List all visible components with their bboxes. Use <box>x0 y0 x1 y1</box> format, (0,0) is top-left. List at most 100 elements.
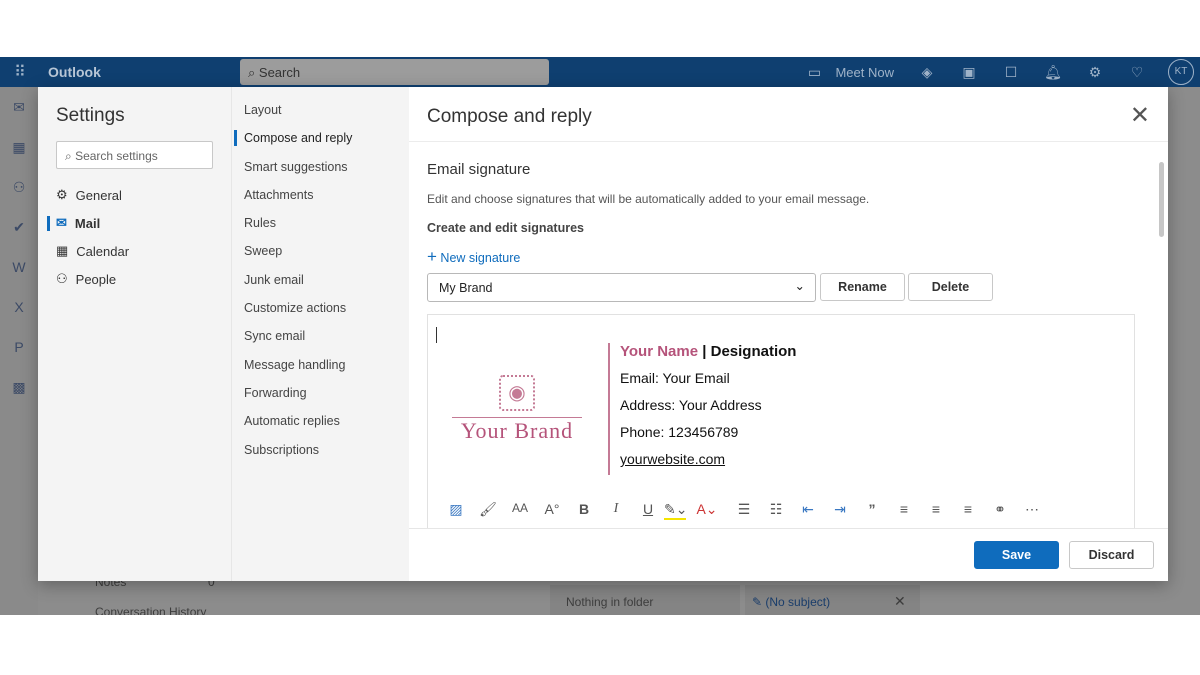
calendar-icon: ▦ <box>56 243 69 258</box>
lightbulb-icon[interactable]: ♡ <box>1116 64 1158 81</box>
underline-icon[interactable]: U <box>632 501 664 520</box>
delete-button[interactable]: Delete <box>908 273 993 301</box>
signature-select[interactable]: My Brand ⌄ <box>427 273 816 302</box>
format-toolbar: ▨ 🖌︎ AA A° B I U ✎⌄ A⌄ ☰ ☷ ⇤ ⇥ ” ≡ ≡ ≡ ⚭… <box>440 501 1048 520</box>
align-left-icon[interactable]: ≡ <box>888 501 920 520</box>
onenote-icon[interactable]: ▣ <box>948 64 990 81</box>
calendar-icon[interactable]: ▦ <box>0 127 38 167</box>
mail-section-layout[interactable]: Layout <box>244 103 397 131</box>
mail-section-automatic-replies[interactable]: Automatic replies <box>244 414 397 442</box>
close-draft-icon[interactable]: ✕ <box>894 593 906 610</box>
text-cursor <box>436 327 437 343</box>
align-right-icon[interactable]: ≡ <box>952 501 984 520</box>
signature-name: Your Name <box>620 343 699 360</box>
scrollbar[interactable] <box>1159 162 1164 237</box>
search-settings-placeholder: Search settings <box>75 149 158 163</box>
search-settings-input[interactable]: ⌕ Search settings <box>56 141 213 169</box>
search-placeholder: Search <box>258 65 301 80</box>
new-signature-button[interactable]: + New signature <box>427 247 520 267</box>
compose-reply-panel: Compose and reply ✕ Email signature Edit… <box>409 87 1168 581</box>
mail-section-sweep[interactable]: Sweep <box>244 244 397 272</box>
increase-indent-icon[interactable]: ⇥ <box>824 501 856 520</box>
numbering-icon[interactable]: ☷ <box>760 501 792 520</box>
mail-section-subscriptions[interactable]: Subscriptions <box>244 443 397 471</box>
dialog-footer: Save Discard <box>409 528 1168 581</box>
conversation-history-folder[interactable]: Conversation History <box>95 605 206 615</box>
category-label: General <box>75 187 122 203</box>
mail-section-rules[interactable]: Rules <box>244 216 397 244</box>
category-label: Calendar <box>76 243 130 259</box>
settings-title: Settings <box>56 105 125 126</box>
save-button[interactable]: Save <box>974 541 1059 569</box>
phone-value: 123456789 <box>664 424 739 440</box>
meet-now-button[interactable]: Meet Now <box>835 65 894 80</box>
link-icon[interactable]: ⚭ <box>984 501 1016 520</box>
phone-label: Phone: <box>620 424 665 440</box>
signature-designation: Designation <box>710 343 797 360</box>
app-launcher-icon[interactable]: ⠿ <box>0 62 40 82</box>
decrease-indent-icon[interactable]: ⇤ <box>792 501 824 520</box>
video-icon[interactable]: ▭ <box>793 64 835 81</box>
avatar[interactable]: KT <box>1168 59 1194 85</box>
category-people[interactable]: ⚇ People <box>56 265 213 293</box>
bullets-icon[interactable]: ☰ <box>728 501 760 520</box>
signature-details: Your Name | Designation Email: Your Emai… <box>608 343 796 475</box>
mail-section-smart-suggestions[interactable]: Smart suggestions <box>244 160 397 188</box>
address-label: Address: <box>620 397 676 413</box>
draft-tab[interactable]: ✎ (No subject) <box>752 595 830 609</box>
mail-section-compose-and-reply[interactable]: Compose and reply <box>234 130 397 159</box>
category-mail[interactable]: ✉ Mail <box>47 209 213 237</box>
chevron-down-icon: ⌄ <box>794 279 805 293</box>
close-icon[interactable]: ✕ <box>1130 101 1150 130</box>
mail-section-message-handling[interactable]: Message handling <box>244 358 397 386</box>
todo-icon[interactable]: ☐ <box>990 64 1032 81</box>
mail-icon: ✉ <box>56 215 67 230</box>
quote-icon[interactable]: ” <box>856 501 888 520</box>
mail-section-forwarding[interactable]: Forwarding <box>244 386 397 414</box>
insert-image-icon[interactable]: ▨ <box>440 501 472 520</box>
mail-icon[interactable]: ✉ <box>0 87 38 127</box>
todo-icon[interactable]: ✔ <box>0 207 38 247</box>
mail-section-sync-email[interactable]: Sync email <box>244 329 397 357</box>
rename-button[interactable]: Rename <box>820 273 905 301</box>
top-bar: ⠿ Outlook ⌕ Search ▭ Meet Now ◈ ▣ ☐ 🔔︎ ⚙… <box>0 57 1200 87</box>
separator: | <box>698 343 711 360</box>
highlight-icon[interactable]: ✎⌄ <box>664 501 687 520</box>
draft-subject: (No subject) <box>765 595 831 609</box>
excel-icon[interactable]: X <box>0 287 38 327</box>
selected-signature: My Brand <box>439 281 493 295</box>
powerpoint-icon[interactable]: P <box>0 327 38 367</box>
category-label: Mail <box>74 215 101 231</box>
more-icon[interactable]: ⋯ <box>1016 501 1048 520</box>
increase-font-icon[interactable]: A° <box>536 501 568 520</box>
panel-title: Compose and reply <box>427 106 592 127</box>
people-icon[interactable]: ⚇ <box>0 167 38 207</box>
bold-icon[interactable]: B <box>568 501 600 520</box>
app-rail: ✉ ▦ ⚇ ✔ W X P ▩ <box>0 87 38 615</box>
teams-icon[interactable]: ◈ <box>906 64 948 81</box>
word-icon[interactable]: W <box>0 247 38 287</box>
category-general[interactable]: ⚙ General <box>56 181 213 209</box>
gear-icon[interactable]: ⚙ <box>1074 64 1116 81</box>
mail-section-customize-actions[interactable]: Customize actions <box>244 301 397 329</box>
bell-icon[interactable]: 🔔︎ <box>1032 64 1074 81</box>
mail-section-attachments[interactable]: Attachments <box>244 188 397 216</box>
section-description: Edit and choose signatures that will be … <box>427 192 870 206</box>
discard-button[interactable]: Discard <box>1069 541 1154 569</box>
signature-editor[interactable]: ◉ Your Brand Your Name | Designation Ema… <box>427 314 1135 529</box>
brand-logo: ◉ Your Brand <box>452 375 582 444</box>
apps-icon[interactable]: ▩ <box>0 367 38 407</box>
search-box[interactable]: ⌕ Search <box>240 59 549 85</box>
website-link[interactable]: yourwebsite.com <box>620 451 796 478</box>
format-painter-icon[interactable]: 🖌︎ <box>472 501 504 520</box>
create-signatures-label: Create and edit signatures <box>427 221 584 235</box>
people-icon: ⚇ <box>56 271 68 286</box>
italic-icon[interactable]: I <box>600 501 632 520</box>
settings-categories: Settings ⌕ Search settings ⚙ General ✉ Mai… <box>38 87 231 581</box>
category-calendar[interactable]: ▦ Calendar <box>56 237 213 265</box>
section-title: Email signature <box>427 161 531 178</box>
align-center-icon[interactable]: ≡ <box>920 501 952 520</box>
font-color-icon[interactable]: A⌄ <box>696 501 718 520</box>
mail-section-junk-email[interactable]: Junk email <box>244 273 397 301</box>
font-size-icon[interactable]: AA <box>504 501 536 520</box>
